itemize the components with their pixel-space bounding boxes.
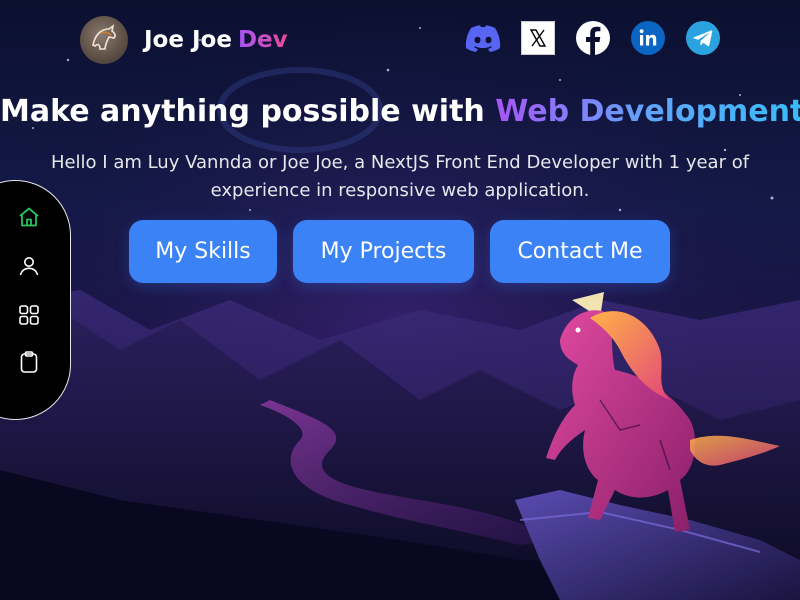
background-scene <box>0 0 800 600</box>
brand[interactable]: Joe Joe Dev <box>80 16 288 64</box>
x-icon <box>521 21 555 59</box>
discord-link[interactable] <box>465 22 501 58</box>
home-icon <box>17 205 41 233</box>
nav-item-about[interactable] <box>16 255 42 281</box>
brand-name-main: Joe Joe <box>144 27 232 53</box>
nav-item-projects[interactable] <box>16 304 42 330</box>
grid-icon <box>17 303 41 331</box>
nav-item-home[interactable] <box>16 206 42 232</box>
hero-title-text: Make anything possible with <box>0 94 485 129</box>
contact-me-button[interactable]: Contact Me <box>490 220 670 283</box>
brand-name: Joe Joe Dev <box>144 27 288 53</box>
hero-title-highlight: Web Development <box>495 94 800 129</box>
side-navigation <box>0 180 71 420</box>
brand-name-accent: Dev <box>237 27 288 53</box>
facebook-icon <box>575 20 611 60</box>
telegram-link[interactable] <box>685 20 721 60</box>
hero-subtitle: Hello I am Luy Vannda or Joe Joe, a Next… <box>50 152 750 201</box>
nav-item-resume[interactable] <box>16 351 42 377</box>
telegram-icon <box>685 20 721 60</box>
page: Joe Joe Dev Make anything possible with … <box>0 0 800 600</box>
my-projects-button[interactable]: My Projects <box>293 220 474 283</box>
avatar <box>80 16 128 64</box>
x-link[interactable] <box>520 21 556 59</box>
clipboard-icon <box>17 350 41 378</box>
discord-icon <box>465 24 501 56</box>
linkedin-icon <box>630 20 666 60</box>
my-skills-button[interactable]: My Skills <box>129 220 277 283</box>
horse-logo-icon <box>87 21 121 59</box>
linkedin-link[interactable] <box>630 20 666 60</box>
hero-title: Make anything possible with Web Developm… <box>0 94 800 129</box>
social-links <box>465 20 721 60</box>
facebook-link[interactable] <box>575 20 611 60</box>
user-icon <box>17 254 41 282</box>
